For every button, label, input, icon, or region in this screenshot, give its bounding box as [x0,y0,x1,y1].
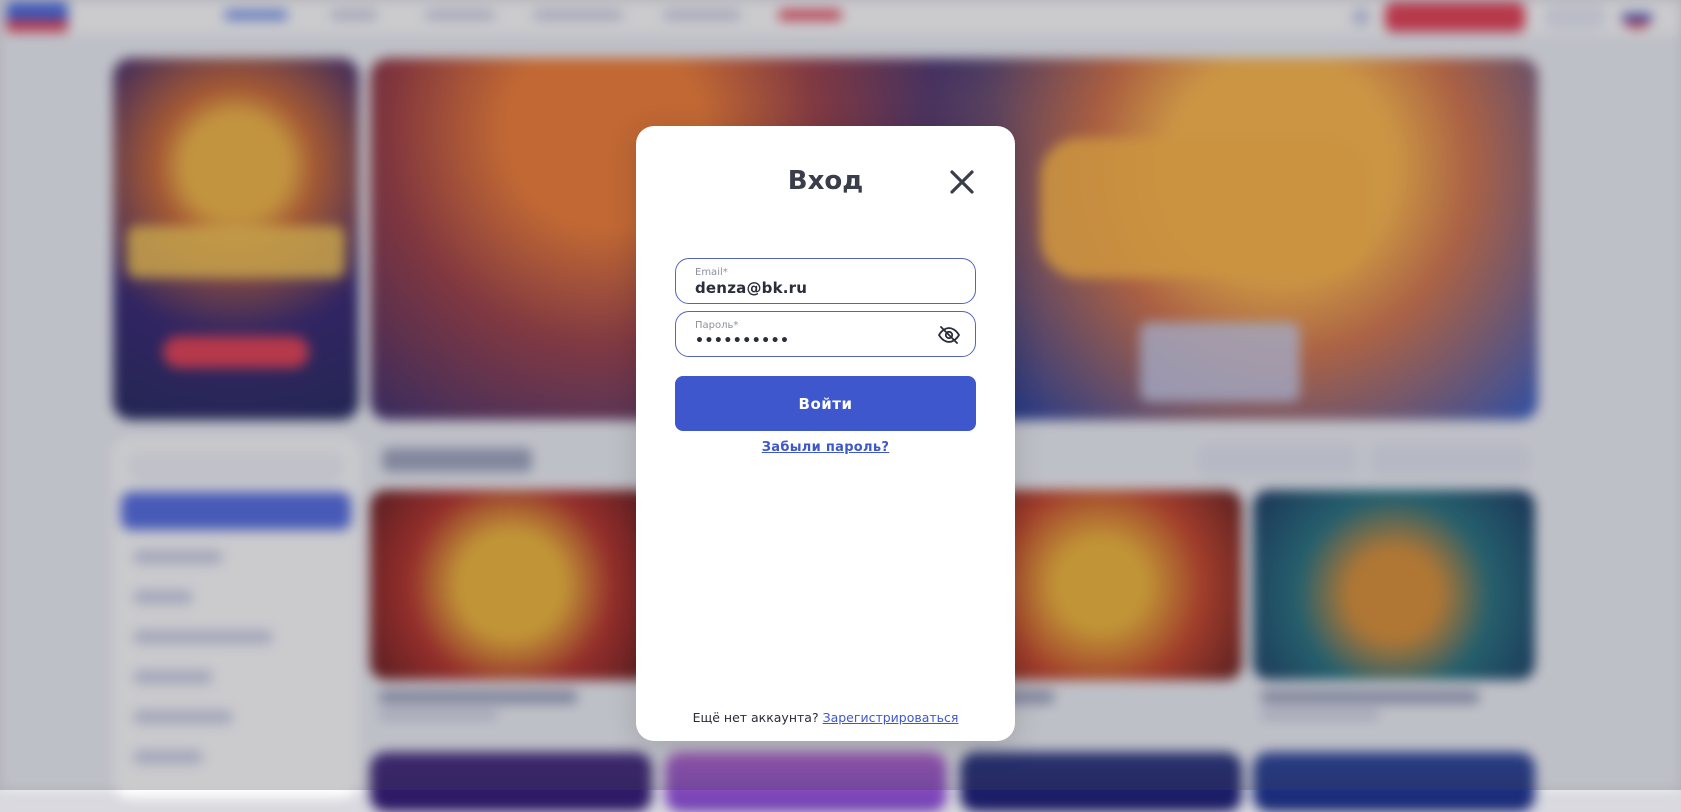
email-field-value[interactable]: denza@bk.ru [695,279,807,297]
email-field-label: Email* [695,267,728,278]
register-link[interactable]: Зарегистрироваться [823,710,959,725]
email-field[interactable]: Email* denza@bk.ru [675,258,976,304]
close-icon [950,170,974,194]
password-field-label: Пароль* [695,320,739,331]
close-button[interactable] [948,168,976,196]
password-field-value[interactable]: •••••••••• [695,333,789,349]
eye-off-icon [938,326,960,344]
password-field[interactable]: Пароль* •••••••••• [675,311,976,357]
forgot-password-link[interactable]: Забыли пароль? [636,440,1015,455]
login-submit-button[interactable]: Войти [675,376,976,431]
register-prompt-text: Ещё нет аккаунта? [692,710,819,725]
login-modal: Вход Email* denza@bk.ru Пароль* ••••••••… [636,126,1015,741]
toggle-password-visibility-button[interactable] [937,325,961,345]
register-prompt: Ещё нет аккаунта? Зарегистрироваться [636,710,1015,725]
